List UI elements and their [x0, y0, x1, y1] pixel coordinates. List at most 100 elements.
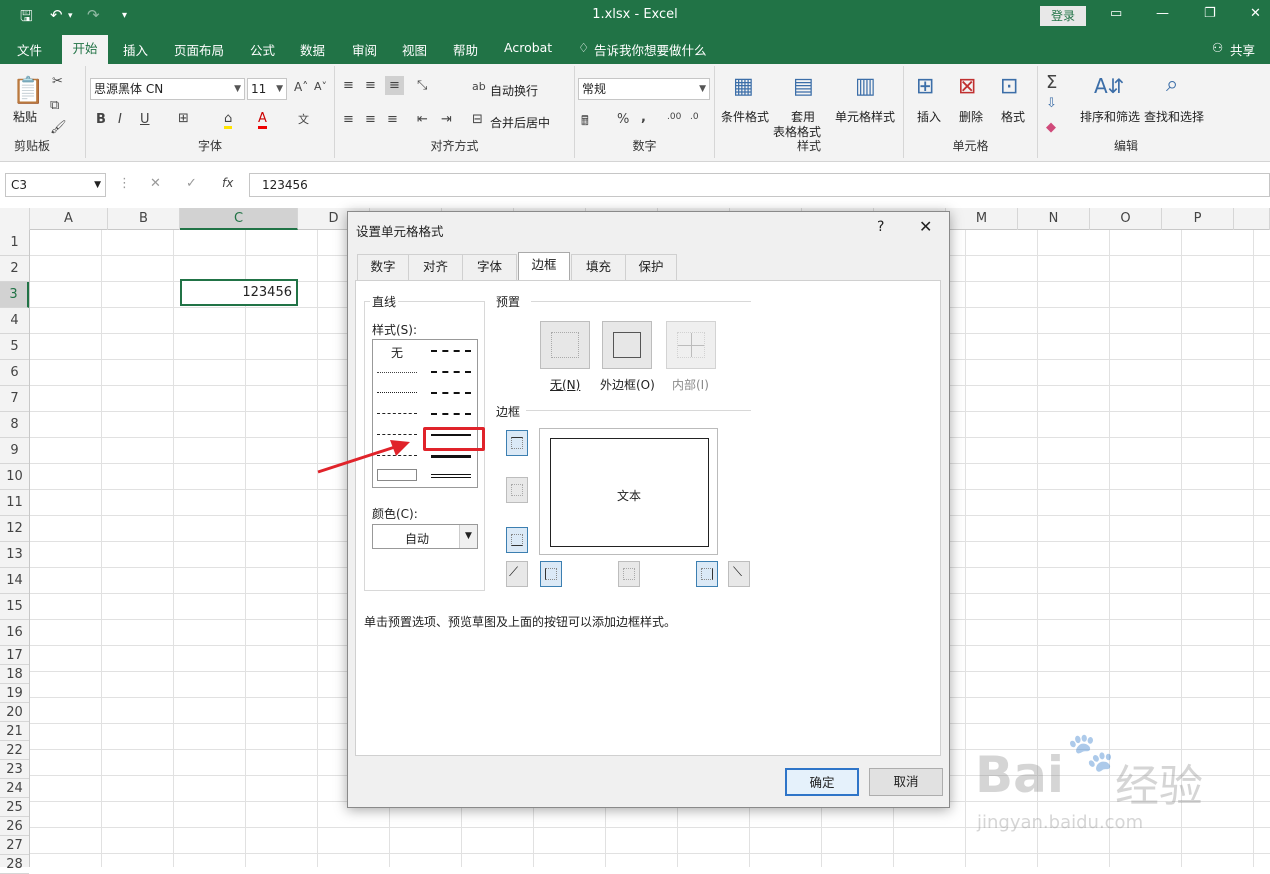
column-header[interactable]: P [1162, 208, 1234, 230]
align-left-icon[interactable]: ≡ [343, 112, 354, 127]
find-select-button[interactable]: 查找和选择 [1144, 108, 1204, 125]
merge-center-button[interactable]: 合并后居中 [490, 114, 550, 131]
border-preview[interactable]: 文本 [539, 428, 718, 555]
row-header[interactable]: 7 [0, 386, 29, 412]
column-header[interactable] [1234, 208, 1270, 230]
selected-cell-c3[interactable]: 123456 [180, 279, 298, 306]
tab-view[interactable]: 视图 [402, 40, 427, 59]
tab-data[interactable]: 数据 [300, 40, 325, 59]
row-header[interactable]: 10 [0, 464, 29, 490]
align-bottom-icon[interactable]: ≡ [385, 76, 404, 95]
confirm-edit-icon[interactable]: ✓ [186, 176, 197, 191]
row-header[interactable]: 13 [0, 542, 29, 568]
style-none[interactable]: 无 [391, 344, 403, 361]
insert-cells-icon[interactable]: ⊞ [916, 74, 934, 99]
border-right-button[interactable] [696, 561, 718, 587]
align-center-icon[interactable]: ≡ [365, 112, 376, 127]
tab-insert[interactable]: 插入 [123, 40, 148, 59]
share-button[interactable]: 共享 [1230, 40, 1255, 59]
border-bottom-button[interactable] [506, 527, 528, 553]
merge-icon[interactable]: ⊟ [472, 112, 483, 127]
column-header[interactable]: O [1090, 208, 1162, 230]
row-header[interactable]: 8 [0, 412, 29, 438]
tab-acrobat[interactable]: Acrobat [504, 40, 552, 55]
border-left-button[interactable] [540, 561, 562, 587]
row-header[interactable]: 11 [0, 490, 29, 516]
align-middle-icon[interactable]: ≡ [365, 78, 376, 93]
tab-home[interactable]: 开始 [62, 35, 108, 64]
tab-border[interactable]: 边框 [518, 252, 570, 281]
number-format-combo[interactable]: 常规 ▼ [578, 78, 710, 100]
currency-icon[interactable]: 🖩 [581, 112, 589, 134]
row-header[interactable]: 27 [0, 836, 29, 855]
bold-button[interactable]: B [96, 112, 106, 127]
line-style-option[interactable] [377, 434, 417, 435]
border-diag-up-button[interactable]: ⟋ [506, 561, 528, 587]
column-header[interactable]: A [30, 208, 108, 230]
conditional-format-button[interactable]: 条件格式 [721, 108, 769, 125]
select-all-corner[interactable] [0, 208, 30, 230]
comma-icon[interactable]: , [641, 110, 646, 125]
row-header[interactable]: 15 [0, 594, 29, 620]
grow-font-icon[interactable]: A˄ [294, 80, 308, 94]
copy-icon[interactable]: ⧉ [50, 98, 59, 113]
wrap-text-button[interactable]: 自动换行 [490, 82, 538, 99]
tell-me-search[interactable]: 告诉我你想要做什么 [594, 40, 707, 59]
increase-decimal-icon[interactable]: .00 [667, 112, 681, 122]
ok-button[interactable]: 确定 [785, 768, 859, 796]
cancel-edit-icon[interactable]: ✕ [150, 176, 161, 191]
row-header[interactable]: 14 [0, 568, 29, 594]
tab-fill[interactable]: 填充 [571, 254, 626, 280]
minimize-icon[interactable]: — [1156, 6, 1169, 21]
shrink-font-icon[interactable]: A˅ [314, 80, 327, 93]
delete-cells-icon[interactable]: ⊠ [958, 74, 976, 99]
column-header[interactable]: B [108, 208, 180, 230]
ribbon-options-icon[interactable]: ▭ [1110, 6, 1122, 21]
line-style-option[interactable] [377, 392, 417, 393]
tab-number[interactable]: 数字 [357, 254, 409, 280]
align-right-icon[interactable]: ≡ [387, 112, 398, 127]
row-header[interactable]: 2 [0, 256, 29, 282]
line-style-option[interactable] [431, 455, 471, 458]
conditional-format-icon[interactable]: ▦ [733, 74, 754, 99]
cut-icon[interactable]: ✂ [52, 74, 63, 89]
percent-icon[interactable]: % [617, 112, 629, 127]
name-box[interactable]: C3 ▼ [5, 173, 106, 197]
cell-styles-button[interactable]: 单元格样式 [835, 108, 895, 125]
color-dropdown[interactable]: 自动 ▼ [372, 524, 478, 549]
paste-button[interactable]: 粘贴 [13, 108, 37, 125]
format-cells-button[interactable]: 格式 [1001, 108, 1025, 125]
border-top-button[interactable] [506, 430, 528, 456]
tab-review[interactable]: 审阅 [352, 40, 377, 59]
row-header[interactable]: 28 [0, 855, 29, 874]
row-header[interactable]: 26 [0, 817, 29, 836]
row-header[interactable]: 18 [0, 665, 29, 684]
insert-cells-button[interactable]: 插入 [917, 108, 941, 125]
line-style-option[interactable] [431, 392, 471, 394]
sort-filter-button[interactable]: 排序和筛选 [1080, 108, 1140, 125]
border-middle-h-button[interactable] [506, 477, 528, 503]
row-header[interactable]: 19 [0, 684, 29, 703]
format-cells-icon[interactable]: ⊡ [1000, 74, 1018, 99]
row-header[interactable]: 21 [0, 722, 29, 741]
font-color-icon[interactable]: A [258, 111, 267, 129]
close-button[interactable]: ✕ [919, 217, 932, 236]
login-button[interactable]: 登录 [1040, 6, 1086, 26]
underline-button[interactable]: U [140, 112, 150, 127]
font-size-combo[interactable]: 11 ▼ [247, 78, 287, 100]
preset-inside-button[interactable] [666, 321, 716, 369]
autosum-icon[interactable]: Σ [1046, 72, 1057, 93]
border-diag-down-button[interactable]: ⟍ [728, 561, 750, 587]
delete-cells-button[interactable]: 删除 [959, 108, 983, 125]
line-style-option[interactable] [431, 371, 471, 373]
format-table-icon[interactable]: ▤ [793, 74, 814, 99]
font-name-combo[interactable]: 思源黑体 CN ▼ [90, 78, 245, 100]
line-style-option[interactable] [431, 350, 471, 352]
column-header[interactable]: C [180, 208, 298, 230]
sort-filter-icon[interactable]: A⇵ [1094, 74, 1124, 98]
row-header[interactable]: 6 [0, 360, 29, 386]
find-select-icon[interactable]: ⌕ [1166, 72, 1178, 97]
line-style-option[interactable] [377, 372, 417, 373]
preset-none-button[interactable] [540, 321, 590, 369]
row-header[interactable]: 17 [0, 646, 29, 665]
